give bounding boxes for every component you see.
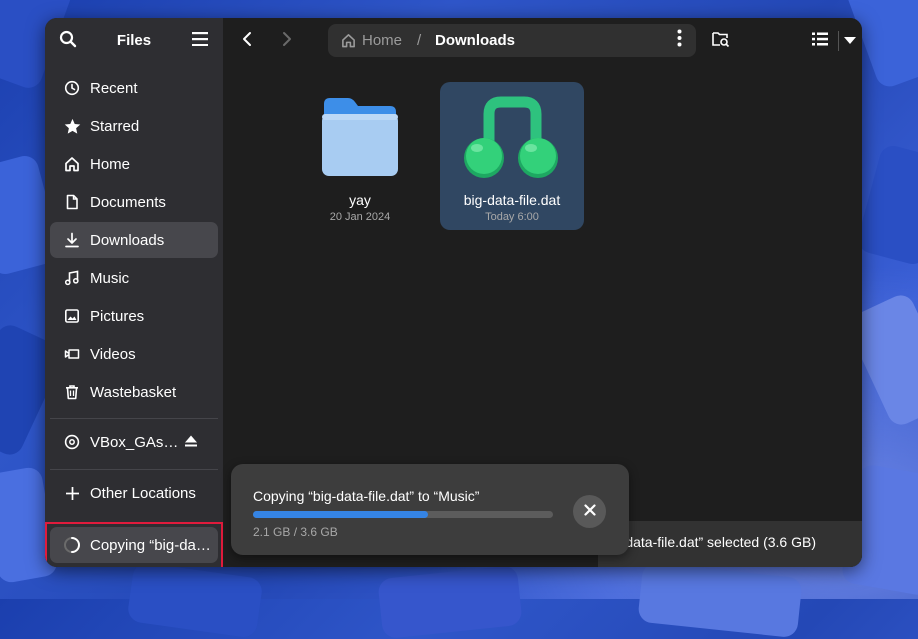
file-date: 20 Jan 2024	[329, 211, 391, 223]
home-icon	[341, 33, 356, 48]
folder-icon	[320, 96, 400, 183]
sidebar-item-label: Videos	[90, 345, 136, 363]
selection-status-text: big-data-file.dat” selected (3.6 GB)	[602, 534, 816, 550]
sidebar-item-starred[interactable]: Starred	[50, 108, 218, 144]
sidebar-item-drive[interactable]: VBox_GAs…	[50, 424, 218, 460]
breadcrumb-home[interactable]: Home	[341, 32, 402, 49]
sidebar-item-label: Wastebasket	[90, 383, 177, 401]
sidebar-item-label: Downloads	[90, 231, 165, 249]
sidebar-item-home[interactable]: Home	[50, 146, 218, 182]
document-icon	[63, 193, 81, 211]
selection-status-bar: big-data-file.dat” selected (3.6 GB)	[598, 521, 862, 567]
sidebar-item-label: Recent	[90, 79, 138, 97]
sidebar-item-music[interactable]: Music	[50, 260, 218, 296]
music-icon	[63, 269, 81, 287]
trash-icon	[63, 383, 81, 401]
file-name: big-data-file.dat	[463, 192, 561, 208]
breadcrumb-home-label: Home	[362, 32, 403, 49]
back-button[interactable]	[231, 26, 263, 56]
sidebar-item-other-locations[interactable]: Other Locations	[50, 475, 218, 511]
sidebar-separator	[50, 418, 218, 419]
plus-icon	[63, 484, 81, 502]
eject-icon[interactable]	[184, 434, 200, 450]
operation-highlight-box	[45, 522, 223, 567]
sidebar-item-label: Home	[90, 155, 131, 173]
sidebar-separator	[50, 469, 218, 470]
sidebar-item-label: Starred	[90, 117, 140, 135]
music-file-icon	[462, 96, 560, 185]
sidebar-item-videos[interactable]: Videos	[50, 336, 218, 372]
path-bar: Home / Downloads	[328, 24, 696, 57]
operation-progress-popover: Copying “big-data-file.dat” to “Music” 2…	[231, 464, 629, 555]
sidebar-item-recent[interactable]: Recent	[50, 70, 218, 106]
operation-title: Copying “big-data-file.dat” to “Music”	[253, 488, 480, 504]
disc-icon	[63, 433, 81, 451]
sidebar: Files Recent Starred Home Documents Down…	[45, 18, 223, 567]
close-icon	[583, 503, 596, 521]
forward-button[interactable]	[271, 26, 303, 56]
sidebar-item-downloads[interactable]: Downloads	[50, 222, 218, 258]
more-vertical-icon	[677, 29, 682, 52]
star-icon	[63, 117, 81, 135]
cancel-operation-button[interactable]	[573, 495, 606, 528]
progress-bar	[253, 511, 553, 518]
view-options-button[interactable]	[840, 26, 860, 56]
sidebar-item-label: Pictures	[90, 307, 145, 325]
main-menu-button[interactable]	[185, 26, 215, 56]
list-view-icon	[812, 32, 828, 51]
sidebar-item-pictures[interactable]: Pictures	[50, 298, 218, 334]
file-date: Today 6:00	[485, 211, 539, 223]
sidebar-header: Files	[45, 18, 223, 64]
file-item-big-data[interactable]: big-data-file.dat Today 6:00	[440, 82, 584, 230]
breadcrumb-current[interactable]: Downloads	[435, 32, 515, 49]
chevron-left-icon	[241, 31, 253, 52]
path-menu-button[interactable]	[666, 26, 692, 55]
view-list-button[interactable]	[807, 26, 833, 56]
download-icon	[63, 231, 81, 249]
progress-bar-fill	[253, 511, 428, 518]
sidebar-item-label: Documents	[90, 193, 166, 211]
file-item-folder[interactable]: yay 20 Jan 2024	[288, 82, 432, 230]
sidebar-item-wastebasket[interactable]: Wastebasket	[50, 374, 218, 410]
chevron-down-icon	[844, 32, 856, 50]
home-icon	[63, 155, 81, 173]
view-options-divider	[838, 31, 839, 51]
sidebar-item-label: Other Locations	[90, 484, 196, 502]
sidebar-item-label: Music	[90, 269, 130, 287]
chevron-right-icon	[281, 31, 293, 52]
hamburger-icon	[192, 31, 208, 51]
search-folder-button[interactable]	[705, 26, 737, 56]
clock-icon	[63, 79, 81, 97]
breadcrumb-separator: /	[417, 32, 422, 49]
folder-search-icon	[712, 31, 730, 52]
operation-progress-text: 2.1 GB / 3.6 GB	[253, 525, 338, 539]
sidebar-item-documents[interactable]: Documents	[50, 184, 218, 220]
video-icon	[63, 345, 81, 363]
file-name: yay	[349, 192, 371, 208]
sidebar-item-label: VBox_GAs…	[90, 433, 179, 451]
picture-icon	[63, 307, 81, 325]
